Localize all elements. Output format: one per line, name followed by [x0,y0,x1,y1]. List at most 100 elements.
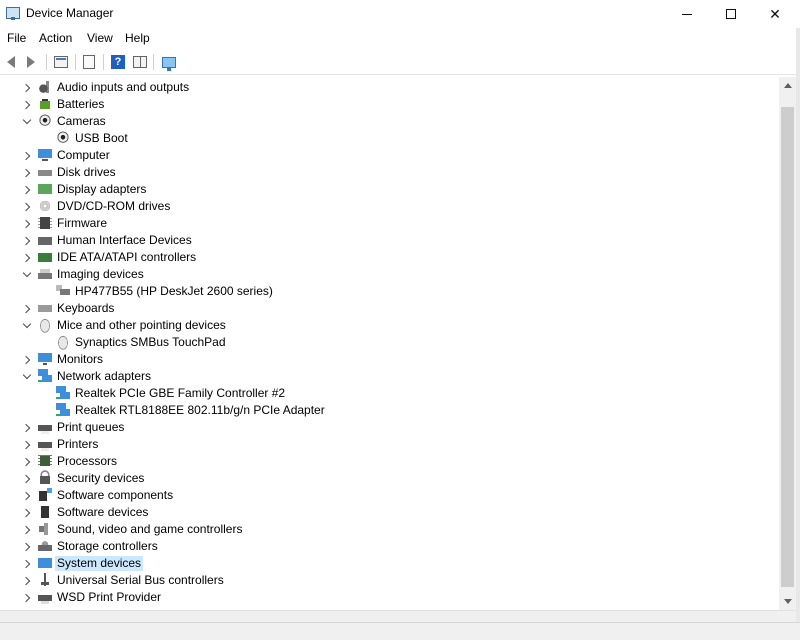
tree-category[interactable]: Firmware [0,215,779,232]
tree-item-label: Network adapters [57,369,152,383]
toolbar-separator [46,54,47,70]
tree-category[interactable]: Audio inputs and outputs [0,79,779,96]
tree-category[interactable]: Software components [0,487,779,504]
tree-device[interactable]: Synaptics SMBus TouchPad [0,334,779,351]
device-manager-app-icon [6,7,20,20]
chevron-right-icon[interactable] [22,457,32,467]
tree-category[interactable]: Computer [0,147,779,164]
tree-category[interactable]: Display adapters [0,181,779,198]
action-pane-button[interactable] [131,53,149,71]
tree-item-label: Security devices [57,471,145,485]
scroll-down-arrow-icon[interactable] [779,593,796,610]
tree-category[interactable]: Sound, video and game controllers [0,521,779,538]
printer-icon [37,436,53,452]
chevron-right-icon[interactable] [22,508,32,518]
tree-category[interactable]: Print queues [0,419,779,436]
network-icon [37,368,53,384]
chevron-down-icon[interactable] [22,372,32,382]
chevron-right-icon[interactable] [22,253,32,263]
tree-item-label: USB Boot [75,131,128,145]
tree-category[interactable]: WSD Print Provider [0,589,779,606]
chevron-right-icon[interactable] [22,491,32,501]
tree-category[interactable]: IDE ATA/ATAPI controllers [0,249,779,266]
chevron-right-icon[interactable] [22,440,32,450]
menu-view[interactable]: View [87,31,113,45]
scroll-up-arrow-icon[interactable] [779,77,796,94]
storage-icon [37,538,53,554]
maximize-button[interactable] [708,0,754,28]
toolbar-separator [153,54,154,70]
tree-category[interactable]: Processors [0,453,779,470]
chevron-right-icon[interactable] [22,423,32,433]
tree-category[interactable]: Security devices [0,470,779,487]
tree-category[interactable]: Cameras [0,113,779,130]
grid-icon [133,56,147,68]
tree-category[interactable]: Batteries [0,96,779,113]
chevron-right-icon[interactable] [22,576,32,586]
chevron-right-icon[interactable] [22,168,32,178]
chevron-down-icon[interactable] [22,117,32,127]
mouse-icon [37,317,53,333]
tree-item-label: Computer [57,148,110,162]
tree-category[interactable]: System devices [0,555,779,572]
close-button[interactable]: ✕ [752,0,798,28]
tree-device[interactable]: USB Boot [0,130,779,147]
tree-item-label: Firmware [57,216,107,230]
usb-icon [37,572,53,588]
tree-category[interactable]: Human Interface Devices [0,232,779,249]
tree-category[interactable]: Disk drives [0,164,779,181]
tree-category[interactable]: Keyboards [0,300,779,317]
tree-category[interactable]: DVD/CD-ROM drives [0,198,779,215]
chevron-right-icon[interactable] [22,151,32,161]
hid-icon [37,232,53,248]
chevron-right-icon[interactable] [22,559,32,569]
tree-item-label: Software devices [57,505,149,519]
chevron-right-icon[interactable] [22,202,32,212]
chevron-right-icon[interactable] [22,185,32,195]
menu-file[interactable]: File [7,31,26,45]
tree-category[interactable]: Mice and other pointing devices [0,317,779,334]
toolbar-separator [75,54,76,70]
horizontal-scrollbar[interactable] [0,610,796,622]
chevron-down-icon[interactable] [22,321,32,331]
scrollbar-thumb[interactable] [781,107,794,587]
tree-category[interactable]: Storage controllers [0,538,779,555]
chevron-right-icon[interactable] [22,100,32,110]
chevron-down-icon[interactable] [22,270,32,280]
camera-icon [55,130,71,146]
chevron-right-icon[interactable] [22,355,32,365]
chevron-right-icon[interactable] [22,304,32,314]
chevron-right-icon[interactable] [22,542,32,552]
scan-hardware-button[interactable] [160,53,178,71]
imaging-icon [37,266,53,282]
chevron-right-icon[interactable] [22,474,32,484]
properties-button[interactable] [80,53,98,71]
chevron-right-icon[interactable] [22,525,32,535]
tree-category[interactable]: Universal Serial Bus controllers [0,572,779,589]
tree-category[interactable]: Network adapters [0,368,779,385]
software-component-icon [37,487,53,503]
tree-device[interactable]: HP477B55 (HP DeskJet 2600 series) [0,283,779,300]
menu-action[interactable]: Action [39,31,72,45]
tree-item-label: Synaptics SMBus TouchPad [75,335,226,349]
chevron-right-icon[interactable] [22,219,32,229]
minimize-button[interactable] [664,0,710,28]
menu-help[interactable]: Help [125,31,150,45]
tree-category[interactable]: Imaging devices [0,266,779,283]
chevron-right-icon[interactable] [22,83,32,93]
chevron-right-icon[interactable] [22,593,32,603]
help-button[interactable]: ? [109,53,127,71]
back-button[interactable] [2,53,20,71]
tree-device[interactable]: Realtek RTL8188EE 802.11b/g/n PCIe Adapt… [0,402,779,419]
tree-category[interactable]: Monitors [0,351,779,368]
tree-item-label: Sound, video and game controllers [57,522,243,536]
tree-device[interactable]: Realtek PCIe GBE Family Controller #2 [0,385,779,402]
tree-category[interactable]: Software devices [0,504,779,521]
vertical-scrollbar[interactable] [779,77,796,610]
chevron-right-icon[interactable] [22,236,32,246]
tree-item-label: Cameras [57,114,106,128]
tree-category[interactable]: Printers [0,436,779,453]
forward-button[interactable] [22,53,40,71]
tree-item-label: Display adapters [57,182,147,196]
show-hide-console-tree-button[interactable] [52,53,70,71]
